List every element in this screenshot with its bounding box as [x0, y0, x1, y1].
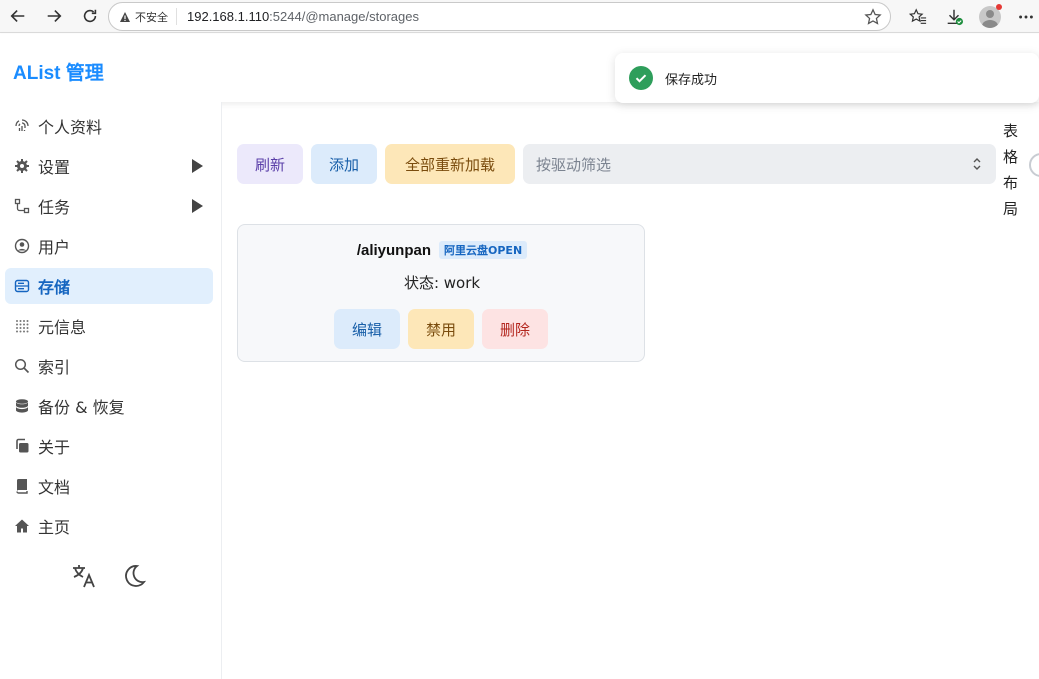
storage-icon [13, 278, 30, 295]
expand-arrow-icon[interactable] [192, 199, 203, 213]
sidebar-item-label: 设置 [38, 158, 71, 177]
url-host: 192.168.1.110 [187, 9, 270, 24]
sidebar-item-label: 关于 [38, 438, 71, 457]
reload-button[interactable] [72, 0, 108, 33]
profile-button[interactable] [972, 0, 1008, 33]
add-button[interactable]: 添加 [311, 144, 377, 184]
bookmark-star-icon[interactable] [864, 8, 882, 26]
forward-button[interactable] [36, 0, 72, 33]
book-icon [13, 478, 30, 495]
gear-icon [13, 158, 30, 175]
check-circle-icon [629, 66, 653, 90]
browser-toolbar: 不安全 192.168.1.110:5244/@manage/storages [0, 0, 1039, 33]
forward-arrow-icon [47, 10, 62, 22]
sidebar-item-label: 索引 [38, 358, 71, 377]
translate-icon[interactable] [70, 562, 98, 590]
more-dots-icon [1019, 15, 1033, 18]
success-toast: 保存成功 [615, 53, 1039, 103]
sidebar-item-label: 文档 [38, 478, 71, 497]
flow-icon [13, 198, 30, 215]
sidebar-item-label: 用户 [38, 238, 71, 257]
address-bar[interactable]: 不安全 192.168.1.110:5244/@manage/storages [108, 2, 891, 31]
reload-icon [83, 9, 97, 23]
expand-arrow-icon[interactable] [192, 159, 203, 173]
back-arrow-icon [10, 10, 25, 22]
search-icon [13, 358, 30, 375]
url-path: :5244/@manage/storages [269, 9, 419, 24]
edit-button[interactable]: 编辑 [334, 309, 400, 349]
sidebar-item-backup-restore[interactable]: 备份 & 恢复 [5, 388, 213, 424]
disable-button[interactable]: 禁用 [408, 309, 474, 349]
mount-path: /aliyunpan [356, 241, 432, 259]
security-label: 不安全 [135, 10, 168, 24]
sidebar-item-label: 主页 [38, 518, 71, 537]
sidebar-item-users[interactable]: 用户 [5, 228, 213, 264]
notification-dot [996, 4, 1002, 10]
sidebar-item-indexes[interactable]: 索引 [5, 348, 213, 384]
sidebar-item-home[interactable]: 主页 [5, 508, 213, 544]
download-icon [947, 9, 963, 25]
reload-all-button[interactable]: 全部重新加载 [385, 144, 515, 184]
home-icon [13, 518, 30, 535]
back-button[interactable] [0, 0, 36, 33]
app-title[interactable]: AList 管理 [13, 58, 104, 85]
driver-badge: 阿里云盘OPEN [439, 241, 528, 259]
sidebar-item-label: 存储 [38, 278, 71, 297]
filter-placeholder: 按驱动筛选 [536, 155, 612, 174]
sidebar-item-about[interactable]: 关于 [5, 428, 213, 464]
copy-icon [13, 438, 30, 455]
sidebar-item-settings[interactable]: 设置 [5, 148, 213, 184]
sidebar-item-label: 元信息 [38, 318, 87, 337]
warning-triangle-icon [120, 11, 130, 22]
user-circle-icon [13, 238, 30, 255]
dots-grid-icon [13, 318, 30, 335]
sidebar-item-docs[interactable]: 文档 [5, 468, 213, 504]
table-layout-switch[interactable] [1029, 153, 1039, 177]
table-layout-label: 表格布局 [1003, 122, 1019, 218]
url-text: 192.168.1.110:5244/@manage/storages [187, 9, 419, 24]
sidebar-item-storages[interactable]: 存储 [5, 268, 213, 304]
sidebar-item-label: 个人资料 [38, 118, 103, 137]
favorites-icon [909, 7, 927, 24]
database-icon [13, 398, 30, 415]
favorites-button[interactable] [900, 0, 936, 33]
refresh-button[interactable]: 刷新 [237, 144, 303, 184]
moon-icon[interactable] [120, 562, 148, 590]
sidebar-item-metas[interactable]: 元信息 [5, 308, 213, 344]
sidebar: 个人资料 设置 任务 用户 存储 元信息 索引 备份 & 恢复 关于 文档 主页 [0, 102, 222, 679]
delete-button[interactable]: 删除 [482, 309, 548, 349]
select-updown-icon [973, 158, 981, 170]
sidebar-item-profile[interactable]: 个人资料 [5, 108, 213, 144]
storage-status: 状态: work [403, 274, 481, 292]
security-indicator[interactable]: 不安全 [119, 8, 177, 25]
storage-card: /aliyunpan 阿里云盘OPEN 状态: work 编辑 禁用 删除 [237, 224, 645, 362]
toast-message: 保存成功 [665, 72, 718, 88]
sidebar-item-tasks[interactable]: 任务 [5, 188, 213, 224]
driver-filter-select[interactable]: 按驱动筛选 [523, 144, 996, 184]
downloads-button[interactable] [936, 0, 972, 33]
fingerprint-icon [13, 118, 30, 135]
sidebar-item-label: 任务 [38, 198, 71, 217]
sidebar-item-label: 备份 & 恢复 [38, 398, 125, 417]
browser-menu-button[interactable] [1008, 0, 1039, 33]
